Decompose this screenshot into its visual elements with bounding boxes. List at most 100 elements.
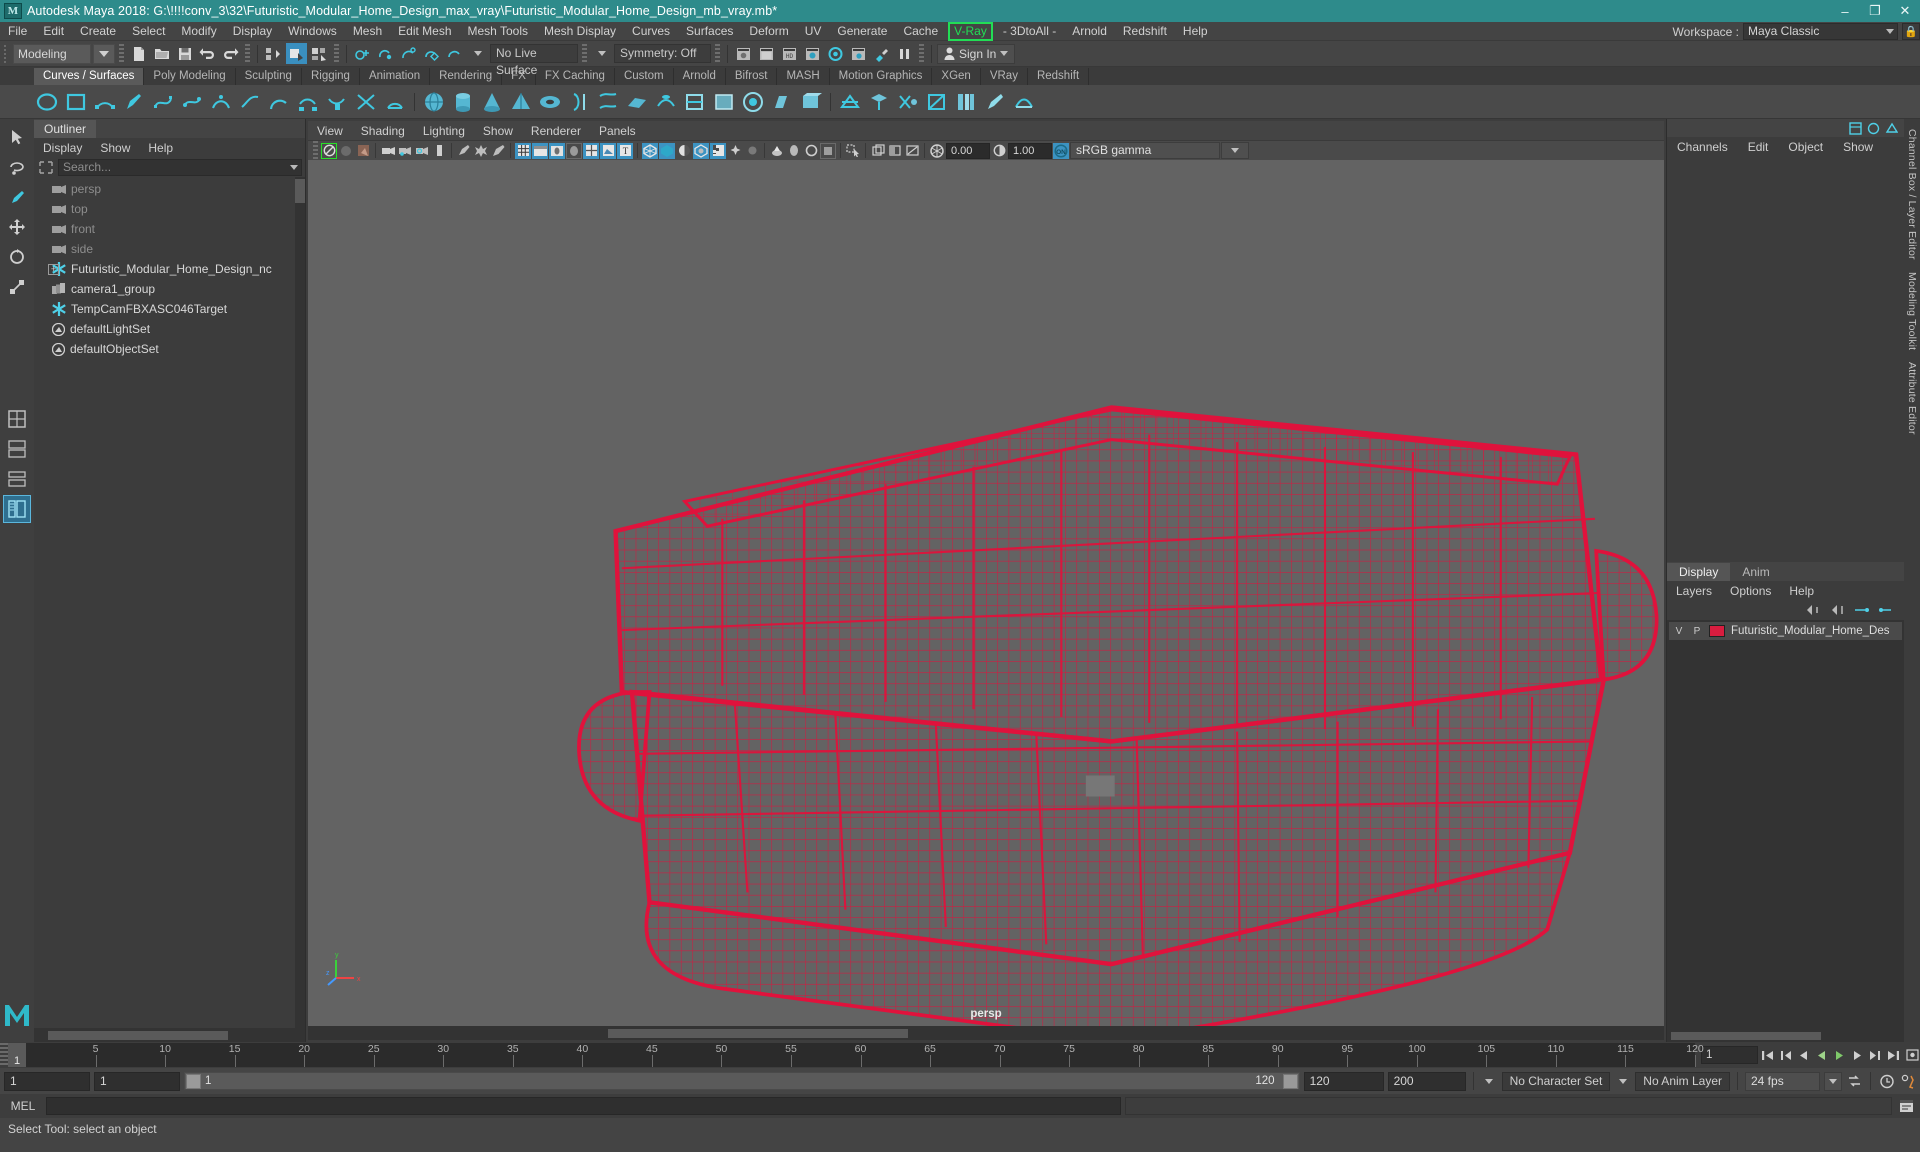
cone-primitive-icon[interactable] [479, 89, 505, 115]
viewport-menu-view[interactable]: View [308, 124, 352, 138]
intersect-surfaces-icon[interactable] [837, 89, 863, 115]
shelf-tab-vray[interactable]: VRay [981, 68, 1028, 85]
menu-mesh[interactable]: Mesh [345, 22, 390, 41]
panel-layout-1-icon[interactable] [870, 143, 886, 159]
render-view-icon[interactable] [825, 43, 846, 64]
symmetry-dropdown-arrow[interactable] [591, 43, 612, 64]
attach-curves-icon[interactable] [295, 89, 321, 115]
layer-tab-display[interactable]: Display [1667, 563, 1731, 581]
channelbox-body[interactable] [1667, 156, 1904, 562]
outliner-item-defaultobjectset[interactable]: defaultObjectSet [34, 339, 305, 359]
bevel-icon[interactable] [769, 89, 795, 115]
shelf-tab-curves-surfaces[interactable]: Curves / Surfaces [34, 68, 145, 85]
layout-outliner-persp-icon[interactable] [3, 495, 31, 523]
menu-arnold[interactable]: Arnold [1064, 22, 1115, 41]
channelbox-tab-edit[interactable]: Edit [1738, 140, 1779, 154]
rotate-tool-icon[interactable] [3, 243, 31, 271]
auto-keyframe-icon[interactable] [1846, 1073, 1863, 1090]
bevel-plus-icon[interactable] [798, 89, 824, 115]
render-settings-icon[interactable]: HD [779, 43, 800, 64]
viewport-hscrollbar[interactable] [308, 1026, 1664, 1040]
play-backwards-icon[interactable] [1814, 1047, 1830, 1064]
menu-curves[interactable]: Curves [624, 22, 678, 41]
range-start-field[interactable]: 1 [4, 1071, 90, 1091]
panel-layout-2-icon[interactable] [887, 143, 903, 159]
select-camera-icon[interactable] [321, 142, 337, 159]
menu-cache[interactable]: Cache [895, 22, 946, 41]
mel-output-field[interactable] [1125, 1097, 1892, 1115]
snap-to-view-plane-icon[interactable] [444, 43, 465, 64]
bookmark-camera-icon[interactable] [380, 143, 396, 159]
loft-icon[interactable] [595, 89, 621, 115]
snap-to-grid-icon[interactable] [352, 43, 373, 64]
layer-menu-layers[interactable]: Layers [1667, 584, 1721, 598]
shelf-tab-poly-modeling[interactable]: Poly Modeling [144, 68, 236, 85]
planar-surface-icon[interactable] [624, 89, 650, 115]
two-point-circular-arc-icon[interactable] [92, 89, 118, 115]
go-to-start-icon[interactable] [1760, 1047, 1776, 1064]
live-surface-field[interactable]: No Live Surface [490, 44, 578, 77]
current-frame-field[interactable]: 1 [1701, 1046, 1758, 1064]
snap-to-curve-icon[interactable] [375, 43, 396, 64]
viewport-menu-lighting[interactable]: Lighting [414, 124, 474, 138]
outliner-item-tempcamfbxasc046target[interactable]: TempCamFBXASC046Target [34, 299, 305, 319]
shelf-tab-bifrost[interactable]: Bifrost [726, 68, 778, 85]
layout-three-panes-icon[interactable] [3, 465, 31, 493]
screen-space-ao-icon[interactable] [693, 142, 709, 159]
texture-display-icon[interactable] [600, 142, 616, 159]
animation-prefs-icon[interactable] [1878, 1073, 1895, 1090]
shelf-tab-motion-graphics[interactable]: Motion Graphics [830, 68, 933, 85]
select-by-object-icon[interactable] [286, 43, 307, 64]
sign-in-arrow[interactable] [1000, 51, 1009, 56]
select-by-hierarchy-icon[interactable] [263, 43, 284, 64]
shelf-tab-custom[interactable]: Custom [615, 68, 674, 85]
menu--3dtoall-[interactable]: - 3DtoAll - [995, 22, 1064, 41]
project-curve-icon[interactable] [866, 89, 892, 115]
snap-to-projected-center-icon[interactable] [421, 43, 442, 64]
fps-field[interactable]: 24 fps [1745, 1071, 1820, 1091]
hypershade-icon[interactable] [802, 43, 823, 64]
anim-layer-field[interactable]: No Anim Layer [1635, 1071, 1730, 1091]
script-editor-icon[interactable] [1896, 1097, 1916, 1116]
two-d-pan-zoom-icon[interactable] [414, 143, 430, 159]
sculpt-geometry-icon[interactable] [982, 89, 1008, 115]
menu-redshift[interactable]: Redshift [1115, 22, 1175, 41]
open-close-curve-icon[interactable] [382, 89, 408, 115]
play-forwards-icon[interactable] [1832, 1047, 1848, 1064]
undo-icon[interactable] [197, 43, 218, 64]
motion-blur-icon[interactable] [710, 142, 726, 159]
extrude-icon[interactable] [653, 89, 679, 115]
xray-active-components-icon[interactable] [490, 143, 506, 159]
exposure-icon[interactable] [929, 143, 945, 159]
shaded-textured-icon[interactable] [549, 142, 565, 159]
close-button[interactable]: ✕ [1890, 0, 1920, 22]
nurbs-circle-icon[interactable] [34, 89, 60, 115]
detach-curves-icon[interactable] [324, 89, 350, 115]
layer-row[interactable]: V P Futuristic_Modular_Home_Des [1669, 622, 1902, 640]
toolbar-handle-6[interactable] [919, 44, 924, 63]
menu-select[interactable]: Select [124, 22, 173, 41]
shelf-tab-rendering[interactable]: Rendering [430, 68, 503, 85]
shadows-icon[interactable] [676, 143, 692, 159]
current-time-indicator[interactable]: 1 [8, 1043, 26, 1067]
cut-curve-icon[interactable] [353, 89, 379, 115]
workspace-select[interactable]: Maya Classic [1743, 23, 1898, 40]
outliner-item-persp[interactable]: persp [34, 179, 305, 199]
range-end-field[interactable]: 200 [1387, 1071, 1466, 1091]
pencil-curve-icon[interactable] [121, 89, 147, 115]
shelf-tab-redshift[interactable]: Redshift [1028, 68, 1090, 85]
outliner-item-futuristic-modular-home-design-nc[interactable]: + Futuristic_Modular_Home_Design_nc [34, 259, 305, 279]
untrim-icon[interactable] [924, 89, 950, 115]
outliner-hscrollbar[interactable] [34, 1028, 305, 1042]
camera-attributes-icon[interactable] [355, 143, 371, 159]
layer-menu-help[interactable]: Help [1780, 584, 1823, 598]
move-tool-icon[interactable] [3, 213, 31, 241]
grease-pencil-icon[interactable] [431, 143, 447, 159]
anim-layer-dropdown-arrow[interactable] [1614, 1073, 1631, 1090]
minimize-button[interactable]: – [1830, 0, 1860, 22]
toolbar-handle[interactable] [119, 44, 124, 63]
shelf-tab-xgen[interactable]: XGen [932, 68, 981, 85]
toolbar-handle-3[interactable] [334, 44, 339, 63]
time-slider-grip[interactable] [0, 1043, 8, 1067]
step-forward-frame-icon[interactable] [1850, 1047, 1866, 1064]
